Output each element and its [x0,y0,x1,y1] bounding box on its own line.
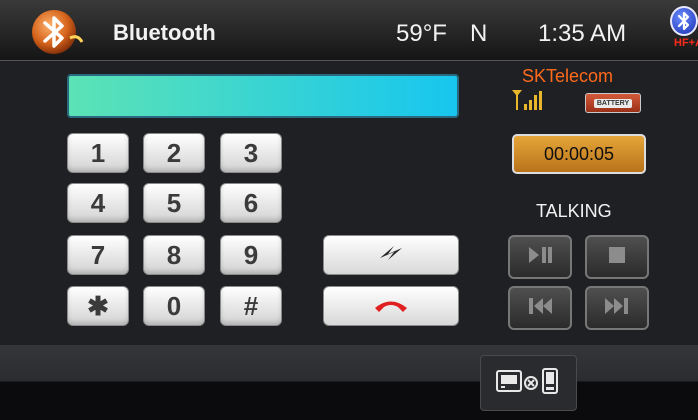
play-pause-button[interactable] [508,235,572,279]
app-title: Bluetooth [113,20,216,45]
stop-icon [607,245,627,270]
next-track-icon [603,296,631,321]
battery-label: BATTERY [593,98,633,108]
key-6[interactable]: 6 [220,183,282,223]
call-status: TALKING [536,201,612,221]
key-9[interactable]: 9 [220,235,282,275]
dialer-panel: 1 2 3 4 5 6 7 8 9 ✱ 0 # SKTelecom BATTER… [0,61,698,345]
bottom-bar [0,345,698,420]
key-8[interactable]: 8 [143,235,205,275]
bluetooth-icon [670,6,698,36]
top-bar: Bluetooth 59°F N 1:35 AM HF+AV [0,0,698,61]
key-5[interactable]: 5 [143,183,205,223]
call-swap-icon [374,242,408,269]
key-1[interactable]: 1 [67,133,129,173]
carrier-name: SKTelecom [522,66,614,86]
key-4[interactable]: 4 [67,183,129,223]
key-0[interactable]: 0 [143,286,205,326]
compass-heading: N [470,20,488,47]
call-swap-button[interactable] [323,235,459,275]
key-hash[interactable]: # [220,286,282,326]
battery-indicator: BATTERY [585,93,641,113]
previous-track-button[interactable] [508,286,572,330]
dialed-number-display [67,74,459,118]
clock: 1:35 AM [538,20,627,47]
play-pause-icon [526,245,554,270]
previous-track-icon [526,296,554,321]
device-switch-icon [493,363,565,404]
key-7[interactable]: 7 [67,235,129,275]
signal-strength-icon [510,88,544,112]
stop-button[interactable] [585,235,649,279]
key-2[interactable]: 2 [143,133,205,173]
key-star[interactable]: ✱ [67,286,129,326]
bluetooth-status[interactable]: HF+AV [664,6,698,56]
hang-up-icon [371,293,411,320]
call-timer: 00:00:05 [512,134,646,174]
temperature-readout: 59°F [396,20,447,47]
device-switch-button[interactable] [480,355,577,411]
bluetooth-logo-icon[interactable] [30,8,86,56]
hang-up-button[interactable] [323,286,459,326]
next-track-button[interactable] [585,286,649,330]
bluetooth-mode-label: HF+AV [674,37,698,49]
key-3[interactable]: 3 [220,133,282,173]
